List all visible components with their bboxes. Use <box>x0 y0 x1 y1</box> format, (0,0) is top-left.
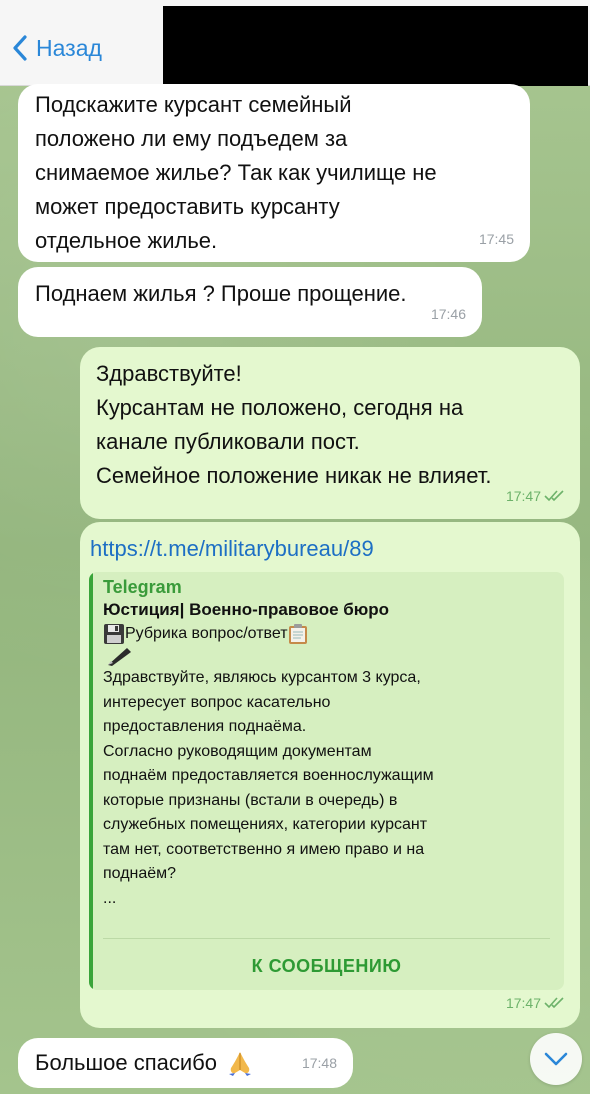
chevron-down-icon <box>544 1052 568 1066</box>
open-message-button[interactable]: К СООБЩЕНИЮ <box>89 942 564 990</box>
folded-hands-emoji <box>229 1052 251 1076</box>
incoming-message[interactable]: Большое спасибо 17:48 <box>18 1038 353 1088</box>
back-label: Назад <box>36 34 102 61</box>
message-text: Большое спасибо <box>35 1050 217 1075</box>
message-text-line: положено ли ему подъедем за <box>35 126 348 151</box>
message-text-line: снимаемое жилье? Так как училище не <box>35 160 437 185</box>
preview-accent-bar <box>89 572 93 990</box>
message-text-line: может предоставить курсанту <box>35 194 340 219</box>
message-link[interactable]: https://t.me/militarybureau/89 <box>90 534 568 564</box>
message-time: 17:46 <box>430 306 466 322</box>
message-text-line: Здравствуйте! <box>96 361 242 386</box>
message-text-row: Большое спасибо <box>35 1046 337 1080</box>
incoming-message[interactable]: Поднаем жилья ? Проше прощение. 17:46 <box>18 267 482 337</box>
message-time: 17:47 <box>506 479 566 513</box>
back-button[interactable]: Назад <box>12 30 102 66</box>
message-text-line: канале публиковали пост. <box>96 429 360 454</box>
scroll-to-bottom-button[interactable] <box>530 1033 582 1085</box>
top-bar: Назад <box>0 0 590 86</box>
redacted-chat-header <box>163 6 588 86</box>
preview-site-name: Telegram <box>103 577 182 597</box>
clipboard-icon <box>288 624 307 644</box>
double-check-icon <box>544 490 564 502</box>
message-text-line: Курсантам не положено, сегодня на <box>96 395 464 420</box>
message-text: Поднаем жилья ? Проше прощение. <box>35 281 407 306</box>
message-time: 17:45 <box>478 231 514 247</box>
preview-title: Юстиция| Военно-правовое бюро <box>103 600 390 619</box>
chevron-left-icon <box>13 35 27 61</box>
floppy-disk-icon <box>104 624 124 644</box>
incoming-message[interactable]: Подскажите курсант семейный положено ли … <box>18 84 530 262</box>
message-time: 17:48 <box>301 1055 337 1071</box>
message-text-line: Подскажите курсант семейный <box>35 92 352 117</box>
message-time: 17:47 <box>506 986 566 1020</box>
outgoing-link-message[interactable]: https://t.me/militarybureau/89 Telegram … <box>80 522 580 1028</box>
pen-icon <box>108 648 131 666</box>
link-preview[interactable]: Telegram Юстиция| Военно-правовое бюро Р… <box>89 572 564 990</box>
double-check-icon <box>544 997 564 1009</box>
preview-rubric: Рубрика вопрос/ответ <box>103 622 555 646</box>
preview-body: Здравствуйте, являюсь курсантом 3 курса,… <box>103 669 434 907</box>
outgoing-message[interactable]: Здравствуйте! Курсантам не положено, сег… <box>80 347 580 519</box>
message-text-line: Семейное положение никак не влияет. <box>96 463 492 488</box>
preview-divider <box>103 938 550 939</box>
message-text-line: отдельное жилье. <box>35 228 218 253</box>
preview-rubric-text: Рубрика вопрос/ответ <box>125 625 288 642</box>
